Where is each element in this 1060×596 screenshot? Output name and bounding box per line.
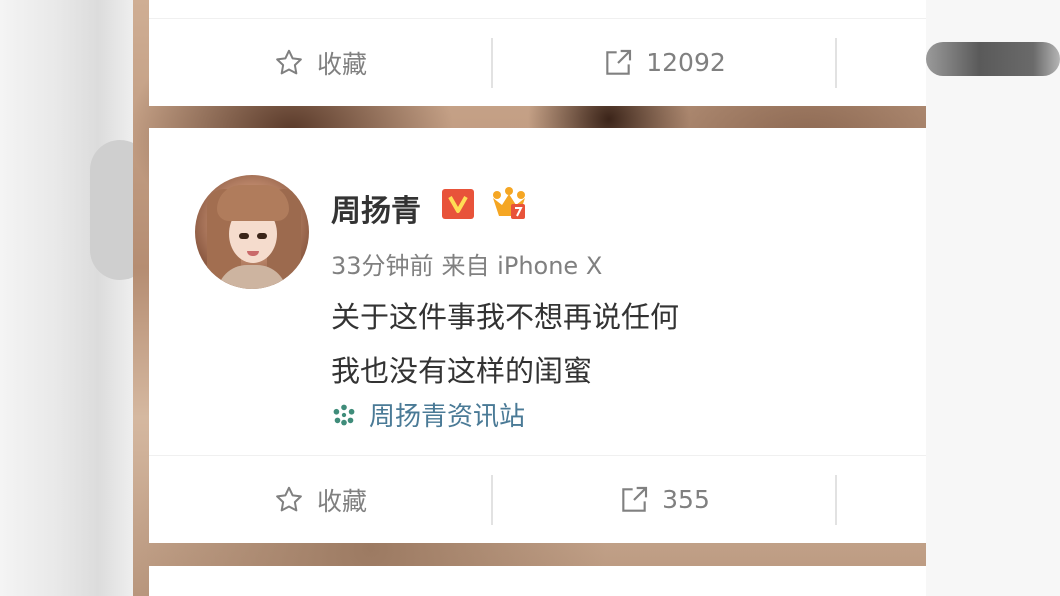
topic-link[interactable]: 周扬青资讯站 — [331, 396, 525, 433]
background-smudge — [926, 42, 1060, 76]
comment-button[interactable] — [835, 474, 926, 525]
comment-button[interactable] — [835, 37, 926, 88]
post-content: 关于这件事我不想再说任何 我也没有这样的闺蜜 — [331, 290, 679, 398]
background-right-blur — [926, 0, 1060, 596]
avatar-fringe — [217, 185, 289, 221]
star-icon — [276, 486, 302, 511]
repost-button[interactable]: 355 — [491, 474, 835, 525]
repost-count: 355 — [662, 485, 710, 514]
favorite-button[interactable]: 收藏 — [149, 475, 491, 525]
share-icon — [622, 486, 648, 512]
share-icon — [606, 49, 632, 75]
verified-v-icon[interactable] — [442, 189, 474, 219]
topic-icon — [333, 404, 355, 425]
post-source: 来自 iPhone X — [441, 252, 603, 280]
next-post-card — [149, 566, 926, 596]
repost-button[interactable]: 12092 — [491, 37, 835, 88]
background-left-blur — [0, 0, 150, 596]
avatar-eye — [257, 233, 267, 239]
post-content-line: 我也没有这样的闺蜜 — [331, 354, 593, 388]
post-card: 周扬青 33分钟前 来自 iPhone X 关于这件事我不想再说任何 我也没有这样… — [149, 128, 926, 543]
star-icon — [276, 49, 302, 74]
repost-count: 12092 — [646, 48, 726, 77]
previous-post-action-bar: 收藏 12092 — [149, 18, 926, 106]
favorite-label: 收藏 — [316, 49, 367, 79]
username[interactable]: 周扬青 — [331, 186, 421, 230]
post-time[interactable]: 33分钟前 — [331, 252, 434, 280]
post-action-bar: 收藏 355 — [149, 455, 926, 543]
favorite-button[interactable]: 收藏 — [149, 38, 491, 88]
vip-crown-icon[interactable] — [489, 186, 529, 222]
post-content-line: 关于这件事我不想再说任何 — [331, 300, 680, 334]
avatar[interactable] — [195, 175, 309, 289]
post-meta: 33分钟前 来自 iPhone X — [331, 246, 602, 281]
favorite-label: 收藏 — [316, 486, 367, 516]
previous-post-card: 收藏 12092 — [149, 0, 926, 106]
topic-label: 周扬青资讯站 — [369, 402, 526, 432]
avatar-eye — [239, 233, 249, 239]
